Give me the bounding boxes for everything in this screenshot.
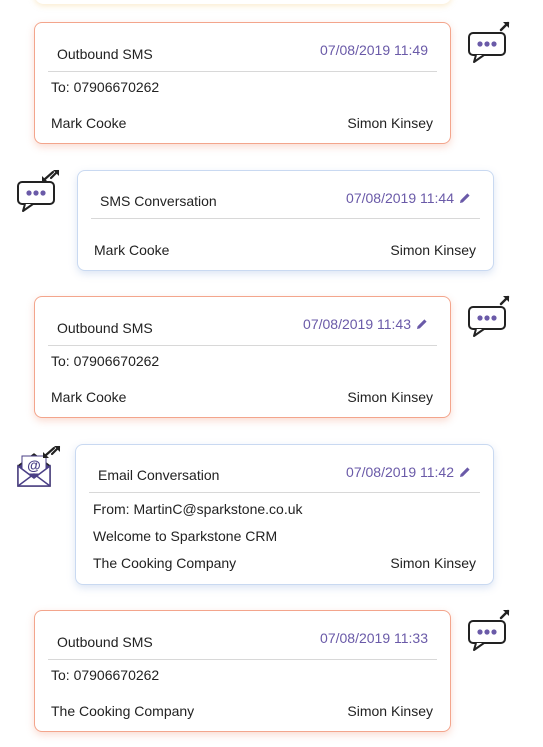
- card-contact: The Cooking Company: [93, 555, 237, 571]
- timeline-card-email-conversation[interactable]: Email Conversation 07/08/2019 11:42 From…: [75, 444, 494, 585]
- card-date: 07/08/2019 11:43: [303, 316, 428, 333]
- card-date: 07/08/2019 11:42: [346, 464, 471, 481]
- edit-pencil-icon[interactable]: [459, 191, 471, 207]
- card-date: 07/08/2019 11:49: [320, 42, 428, 58]
- card-date-text: 07/08/2019 11:42: [346, 464, 454, 480]
- previous-card-edge: [34, 0, 452, 4]
- card-title: Outbound SMS: [57, 320, 153, 336]
- card-divider: [48, 345, 437, 346]
- timeline-card-outbound-sms[interactable]: Outbound SMS 07/08/2019 11:33 To: 079066…: [34, 610, 451, 732]
- card-owner: Simon Kinsey: [390, 242, 476, 258]
- timeline-card-outbound-sms[interactable]: Outbound SMS 07/08/2019 11:49 To: 079066…: [34, 22, 451, 144]
- card-sender: From: MartinC@sparkstone.co.uk: [93, 501, 303, 517]
- card-divider: [48, 71, 437, 72]
- timeline-card-sms-conversation[interactable]: SMS Conversation 07/08/2019 11:44 Mark C…: [77, 170, 494, 271]
- card-title: Email Conversation: [98, 467, 220, 483]
- card-title: Outbound SMS: [57, 46, 153, 62]
- card-divider: [89, 492, 480, 493]
- card-date-text: 07/08/2019 11:44: [346, 190, 454, 206]
- card-divider: [91, 218, 480, 219]
- card-contact: Mark Cooke: [51, 389, 127, 405]
- sms-outbound-icon: [466, 20, 510, 69]
- card-title: Outbound SMS: [57, 634, 153, 650]
- card-owner: Simon Kinsey: [347, 115, 433, 131]
- card-owner: Simon Kinsey: [347, 389, 433, 405]
- timeline-card-outbound-sms[interactable]: Outbound SMS 07/08/2019 11:43 To: 079066…: [34, 296, 451, 418]
- card-contact: The Cooking Company: [51, 703, 195, 719]
- edit-pencil-icon[interactable]: [459, 465, 471, 481]
- card-contact: Mark Cooke: [51, 115, 127, 131]
- sms-inbound-icon: [15, 168, 61, 219]
- email-inbound-icon: @: [14, 444, 62, 495]
- card-date-text: 07/08/2019 11:43: [303, 316, 411, 332]
- card-title: SMS Conversation: [100, 193, 217, 209]
- card-divider: [48, 659, 437, 660]
- svg-text:@: @: [27, 457, 41, 473]
- card-recipient: To: 07906670262: [51, 667, 160, 683]
- card-date: 07/08/2019 11:44: [346, 190, 471, 207]
- card-subject: Welcome to Sparkstone CRM: [93, 528, 278, 544]
- sms-outbound-icon: [466, 608, 510, 657]
- edit-pencil-icon[interactable]: [416, 317, 428, 333]
- card-contact: Mark Cooke: [94, 242, 170, 258]
- card-recipient: To: 07906670262: [51, 79, 160, 95]
- sms-outbound-icon: [466, 294, 510, 343]
- card-owner: Simon Kinsey: [390, 555, 476, 571]
- card-owner: Simon Kinsey: [347, 703, 433, 719]
- card-recipient: To: 07906670262: [51, 353, 160, 369]
- card-date: 07/08/2019 11:33: [320, 630, 428, 646]
